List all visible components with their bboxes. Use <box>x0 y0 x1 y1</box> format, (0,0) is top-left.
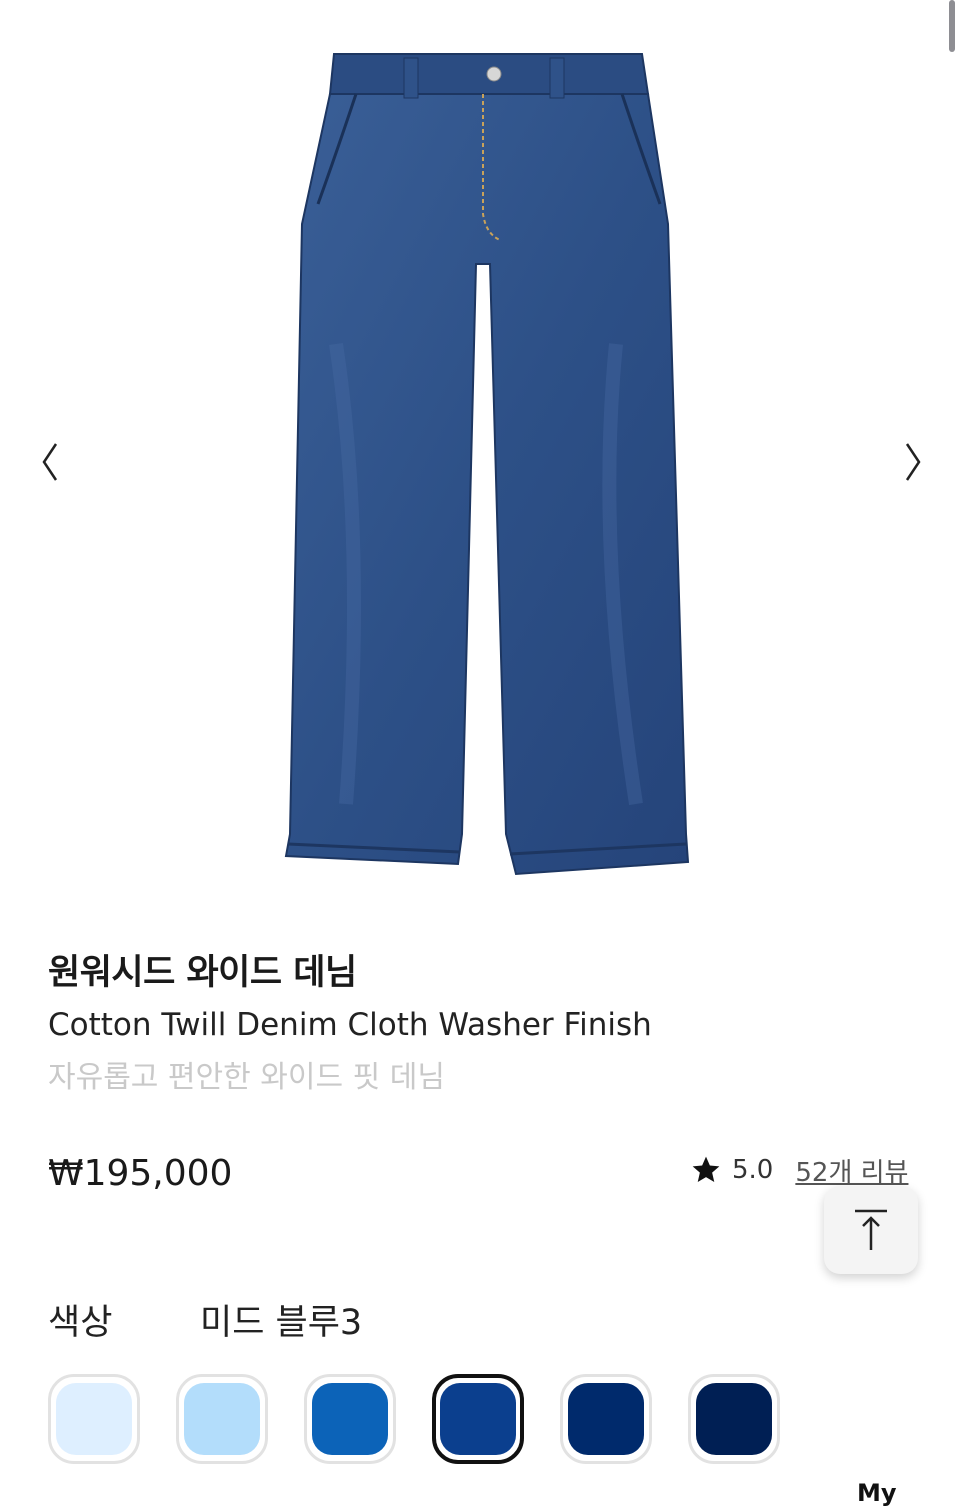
color-swatches <box>48 1374 816 1464</box>
color-swatch[interactable] <box>688 1374 780 1464</box>
rating-score: 5.0 <box>732 1155 774 1185</box>
product-name-english: Cotton Twill Denim Cloth Washer Finish <box>48 1007 652 1043</box>
product-image <box>284 53 690 876</box>
star-icon <box>692 1156 720 1182</box>
product-price: ₩195,000 <box>48 1153 233 1194</box>
color-label: 색상 <box>48 1302 113 1343</box>
product-gallery[interactable] <box>0 0 963 900</box>
color-swatch[interactable] <box>560 1374 652 1464</box>
next-image-button[interactable] <box>893 440 933 484</box>
selected-color-name: 미드 블루3 <box>200 1302 363 1343</box>
arrow-up-to-top-icon <box>855 1209 887 1250</box>
reviews-link[interactable]: 52개 리뷰 <box>795 1152 908 1189</box>
my-page-link[interactable]: My <box>857 1478 897 1508</box>
product-name-korean: 원워시드 와이드 데님 <box>48 953 357 993</box>
color-swatch[interactable] <box>176 1374 268 1464</box>
chevron-left-icon <box>42 443 58 481</box>
color-swatch-selected[interactable] <box>432 1374 524 1464</box>
color-option-row: 색상 미드 블루3 <box>48 1294 362 1344</box>
prev-image-button[interactable] <box>30 440 70 484</box>
product-description: 자유롭고 편안한 와이드 핏 데님 <box>48 1060 445 1095</box>
product-info: 원워시드 와이드 데님 Cotton Twill Denim Cloth Was… <box>48 948 928 1098</box>
color-swatch[interactable] <box>304 1374 396 1464</box>
color-swatch[interactable] <box>48 1374 140 1464</box>
scroll-to-top-button[interactable] <box>824 1186 918 1274</box>
chevron-right-icon <box>905 443 921 481</box>
product-rating: 5.0 52개 리뷰 <box>690 1150 908 1190</box>
